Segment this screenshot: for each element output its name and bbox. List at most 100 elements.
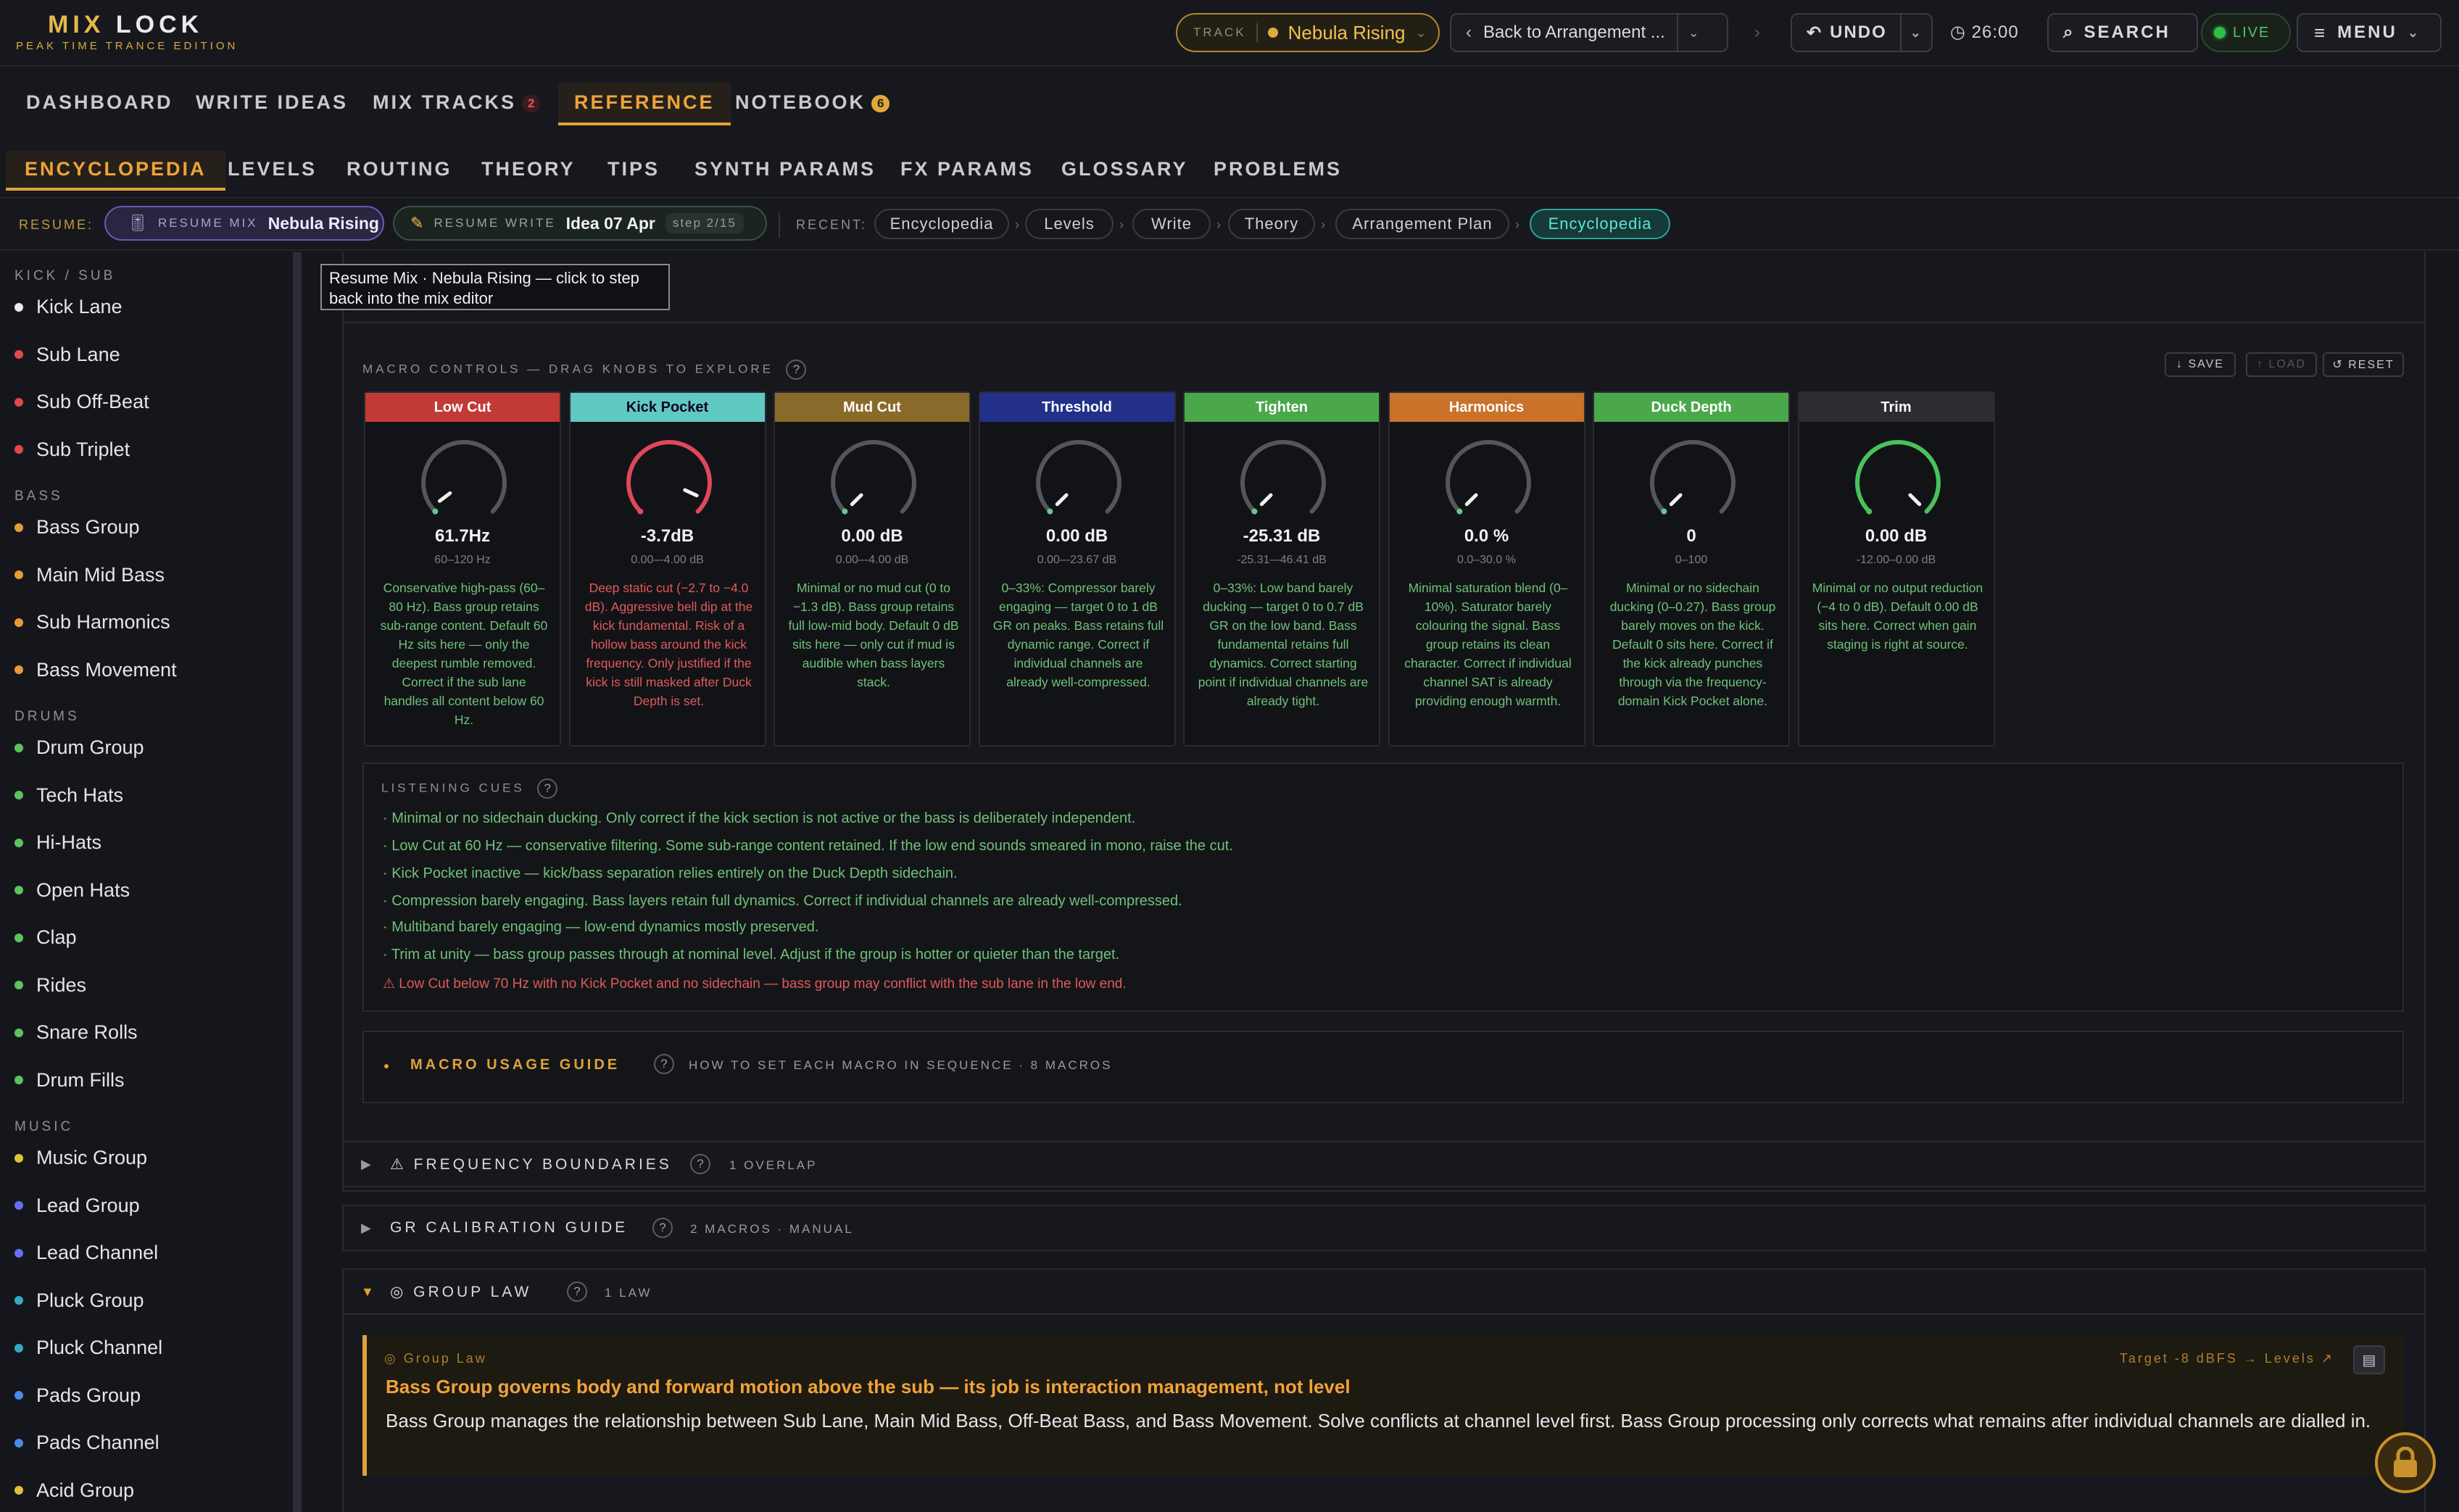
- knob-name: Harmonics: [1389, 393, 1584, 422]
- accordion-title: ⚠ FREQUENCY BOUNDARIES: [390, 1156, 672, 1173]
- resume-mix-value: Nebula Rising: [268, 213, 379, 233]
- sidebar-item[interactable]: Bass Group: [14, 516, 140, 539]
- forward-button[interactable]: ›: [1738, 13, 1776, 52]
- sidebar-item[interactable]: Open Hats: [14, 879, 130, 902]
- recent-chip[interactable]: Levels: [1025, 209, 1114, 239]
- sidebar-item[interactable]: Drum Fills: [14, 1069, 125, 1092]
- live-indicator[interactable]: LIVE: [2201, 13, 2291, 52]
- help-icon[interactable]: ?: [786, 360, 807, 380]
- recent-chip-current[interactable]: Encyclopedia: [1530, 209, 1670, 239]
- resume-bar: RESUME: 🎚 RESUME MIX Nebula Rising ✎ RES…: [0, 200, 2459, 251]
- search-button[interactable]: ⌕ SEARCH: [2047, 13, 2198, 52]
- help-icon[interactable]: ?: [537, 778, 558, 799]
- sidebar-item[interactable]: Music Group: [14, 1147, 147, 1169]
- accordion-frequency-boundaries[interactable]: ▶ ⚠ FREQUENCY BOUNDARIES ? 1 OVERLAP: [342, 1141, 2426, 1187]
- help-icon[interactable]: ?: [652, 1218, 673, 1238]
- macro-knob[interactable]: Low Cut 61.7Hz 60–120 Hz Conservative high-…: [364, 391, 561, 747]
- sidebar-item[interactable]: Pluck Group: [14, 1289, 144, 1312]
- channel-color-dot: [14, 523, 23, 532]
- macro-knob[interactable]: Threshold 0.00 dB 0.00–-23.67 dB 0–33%: Com…: [978, 391, 1176, 747]
- tab-dashboard[interactable]: DASHBOARD: [26, 91, 173, 114]
- sidebar-item[interactable]: Lead Group: [14, 1195, 140, 1217]
- subtab-routing[interactable]: ROUTING: [347, 158, 452, 180]
- subtab-problems[interactable]: PROBLEMS: [1214, 158, 1342, 180]
- copy-icon[interactable]: ▤: [2353, 1345, 2385, 1374]
- recent-chip[interactable]: Encyclopedia: [874, 209, 1009, 239]
- subtab-glossary[interactable]: GLOSSARY: [1061, 158, 1188, 180]
- knob-dial-icon[interactable]: [413, 432, 515, 533]
- tab-mix-tracks[interactable]: MIX TRACKS 2: [373, 91, 541, 114]
- law-target-link[interactable]: Target -8 dBFS → Levels ↗: [2120, 1351, 2334, 1366]
- knob-pointer: [682, 488, 699, 498]
- knob-dial-icon[interactable]: [1028, 432, 1129, 533]
- sidebar-item[interactable]: Rides: [14, 974, 86, 997]
- knob-dial-icon[interactable]: [1232, 432, 1334, 533]
- macro-knob[interactable]: Duck Depth 0 0–100 Minimal or no sidechain …: [1593, 391, 1790, 747]
- channel-color-dot: [14, 665, 23, 674]
- menu-button[interactable]: ≡ MENU ⌄: [2297, 13, 2442, 52]
- knob-dial-icon[interactable]: [618, 432, 720, 533]
- sidebar-item[interactable]: Clap: [14, 926, 77, 949]
- sidebar-item[interactable]: Sub Off-Beat: [14, 391, 149, 413]
- sidebar-item[interactable]: Tech Hats: [14, 784, 123, 807]
- accordion-group-law[interactable]: ▼ ◎ GROUP LAW ? 1 LAW: [342, 1268, 2426, 1315]
- macro-knob[interactable]: Kick Pocket -3.7dB 0.00–-4.00 dB Deep stati…: [568, 391, 766, 747]
- resume-write-button[interactable]: ✎ RESUME WRITE Idea 07 Apr step 2/15: [393, 206, 767, 241]
- macro-usage-guide[interactable]: MACRO USAGE GUIDE ? HOW TO SET EACH MACR…: [362, 1031, 2404, 1103]
- knob-description: 0–33%: Compressor barely engaging — targ…: [992, 581, 1164, 689]
- sidebar-item[interactable]: Lead Channel: [14, 1242, 158, 1264]
- sidebar-item[interactable]: Pads Group: [14, 1384, 141, 1407]
- knob-dial-icon[interactable]: [1847, 432, 1949, 533]
- save-preset-button[interactable]: ↓ SAVE: [2165, 352, 2236, 377]
- subtab-tips[interactable]: TIPS: [608, 158, 660, 180]
- recent-chip[interactable]: Arrangement Plan: [1335, 209, 1509, 239]
- sidebar-item[interactable]: Pluck Channel: [14, 1337, 162, 1359]
- sidebar-item[interactable]: Kick Lane: [14, 296, 123, 318]
- macro-knob[interactable]: Harmonics 0.0 % 0.0–30.0 % Minimal saturati…: [1388, 391, 1585, 747]
- sidebar-item[interactable]: Drum Group: [14, 736, 144, 759]
- sidebar-item[interactable]: Sub Triplet: [14, 439, 130, 461]
- tab-notebook[interactable]: NOTEBOOK 6: [735, 91, 890, 114]
- tab-write-ideas[interactable]: WRITE IDEAS: [196, 91, 348, 114]
- cues-heading: LISTENING CUES ?: [381, 778, 558, 799]
- sidebar-item[interactable]: Pads Channel: [14, 1432, 159, 1454]
- recent-chip[interactable]: Theory: [1228, 209, 1315, 239]
- help-icon[interactable]: ?: [654, 1054, 674, 1074]
- knob-dial-icon[interactable]: [823, 432, 924, 533]
- sidebar-item[interactable]: Sub Harmonics: [14, 611, 170, 634]
- sidebar-item[interactable]: Snare Rolls: [14, 1021, 138, 1044]
- sidebar-item[interactable]: Hi-Hats: [14, 831, 101, 854]
- subtab-synth-params[interactable]: SYNTH PARAMS: [694, 158, 876, 180]
- lock-button[interactable]: [2375, 1432, 2436, 1493]
- reset-macros-button[interactable]: ↺ RESET: [2323, 352, 2404, 377]
- tab-reference[interactable]: REFERENCE: [558, 83, 731, 125]
- sidebar-item[interactable]: Acid Group: [14, 1479, 134, 1502]
- subtab-encyclopedia[interactable]: ENCYCLOPEDIA: [6, 151, 225, 191]
- undo-button[interactable]: ↶ UNDO ⌄: [1791, 13, 1933, 52]
- chevron-down-icon[interactable]: ⌄: [1910, 25, 1923, 41]
- app-logo[interactable]: MIX LOCK PEAK TIME TRANCE EDITION: [16, 12, 255, 55]
- sidebar-item[interactable]: Sub Lane: [14, 344, 120, 366]
- macro-knob[interactable]: Tighten -25.31 dB -25.31–-46.41 dB 0–33%: L…: [1183, 391, 1380, 747]
- help-icon[interactable]: ?: [690, 1154, 710, 1174]
- resume-mix-button[interactable]: 🎚 RESUME MIX Nebula Rising: [104, 206, 384, 241]
- sidebar-item[interactable]: Bass Movement: [14, 659, 177, 681]
- subtab-levels[interactable]: LEVELS: [228, 158, 317, 180]
- chevron-down-icon[interactable]: ⌄: [1688, 25, 1699, 41]
- subtab-fx-params[interactable]: FX PARAMS: [900, 158, 1034, 180]
- help-icon[interactable]: ?: [567, 1282, 587, 1302]
- knob-range: 0–100: [1675, 554, 1708, 566]
- subtab-theory[interactable]: THEORY: [481, 158, 576, 180]
- track-selector[interactable]: TRACK Nebula Rising ⌄: [1176, 13, 1440, 52]
- macro-knob[interactable]: Mud Cut 0.00 dB 0.00–-4.00 dB Minimal or no…: [774, 391, 971, 747]
- macro-knob[interactable]: Trim 0.00 dB -12.00–0.00 dB Minimal or no o…: [1797, 391, 1995, 747]
- sidebar-item[interactable]: Main Mid Bass: [14, 564, 165, 586]
- menu-label: MENU: [2337, 22, 2397, 42]
- knob-dial-icon[interactable]: [1438, 432, 1539, 533]
- load-preset-button[interactable]: ↑ LOAD: [2246, 352, 2317, 377]
- undo-icon: ↶: [1807, 22, 1823, 43]
- accordion-gr-calibration[interactable]: ▶ GR CALIBRATION GUIDE ? 2 MACROS · MANU…: [342, 1205, 2426, 1251]
- back-to-arrangement-button[interactable]: ‹ Back to Arrangement ... ⌄: [1450, 13, 1728, 52]
- recent-chip[interactable]: Write: [1132, 209, 1211, 239]
- knob-dial-icon[interactable]: [1642, 432, 1743, 533]
